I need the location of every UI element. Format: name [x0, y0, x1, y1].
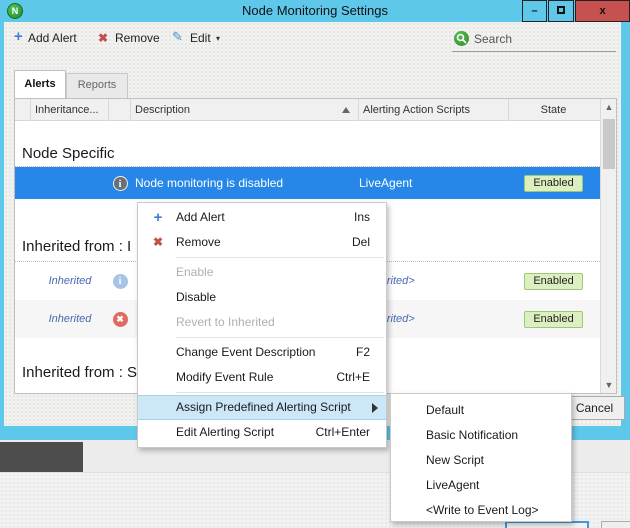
close-button[interactable]: x: [575, 0, 630, 22]
scroll-up-icon[interactable]: ▲: [601, 99, 617, 115]
submenu-item-new-script[interactable]: New Script: [391, 448, 571, 473]
desktop-dark-region: [0, 442, 83, 472]
column-selector[interactable]: [15, 99, 31, 121]
menu-item-disable[interactable]: Disable: [138, 285, 386, 310]
menu-item-edit-alerting-script[interactable]: Edit Alerting Script Ctrl+Enter: [138, 420, 386, 445]
cancel-button[interactable]: Cancel: [564, 396, 625, 420]
plus-icon: +: [148, 205, 168, 230]
submenu-arrow-icon: [372, 403, 378, 413]
edit-button[interactable]: Edit: [190, 31, 211, 45]
shortcut: F2: [356, 340, 370, 365]
group-header-node-specific: Node Specific: [15, 145, 600, 162]
vertical-scrollbar[interactable]: ▲ ▼: [600, 99, 616, 393]
column-description[interactable]: Description: [131, 99, 359, 121]
column-alerting-action-scripts[interactable]: Alerting Action Scripts: [359, 99, 509, 121]
row-description: Node monitoring is disabled: [135, 167, 357, 199]
menu-item-modify-event-rule[interactable]: Modify Event Rule Ctrl+E: [138, 365, 386, 390]
scroll-down-icon[interactable]: ▼: [601, 377, 617, 393]
table-header: Inheritance... Description Alerting Acti…: [15, 99, 600, 121]
row-state: Enabled: [509, 167, 598, 199]
remove-icon: ✖: [98, 31, 108, 45]
inheritance-label: Inherited: [31, 300, 109, 338]
table-row-node-monitoring-disabled[interactable]: i Node monitoring is disabled LiveAgent …: [15, 167, 600, 199]
column-inheritance[interactable]: Inheritance...: [31, 99, 109, 121]
screenshot-stage: N Node Monitoring Settings – x + Add Ale…: [0, 0, 630, 528]
search-icon: [454, 31, 469, 46]
toolbar: + Add Alert ✖ Remove ✎ Edit ▾ Search: [4, 22, 621, 62]
remove-button[interactable]: Remove: [115, 31, 160, 45]
add-alert-icon: +: [14, 28, 23, 45]
enabled-badge: Enabled: [524, 311, 582, 328]
alerting-script-submenu: Default Basic Notification New Script Li…: [390, 393, 572, 522]
column-description-label: Description: [135, 104, 190, 116]
info-icon: i: [109, 262, 131, 300]
edit-pencil-icon: ✎: [172, 29, 183, 45]
menu-item-change-event-description[interactable]: Change Event Description F2: [138, 340, 386, 365]
shortcut: Ctrl+Enter: [316, 420, 370, 445]
inheritance-label: Inherited: [31, 262, 109, 300]
column-state[interactable]: State: [509, 99, 598, 121]
edit-dropdown-caret-icon[interactable]: ▾: [216, 34, 220, 43]
column-icon[interactable]: [109, 99, 131, 121]
tab-reports[interactable]: Reports: [66, 73, 128, 98]
row-state: Enabled: [509, 300, 598, 338]
menu-item-revert-to-inherited: Revert to Inherited: [138, 310, 386, 335]
sort-ascending-icon: [342, 107, 350, 113]
scrollbar-thumb[interactable]: [603, 119, 615, 169]
submenu-item-write-to-event-log[interactable]: <Write to Event Log>: [391, 498, 571, 523]
search-input[interactable]: Search: [452, 28, 616, 52]
shortcut: Ctrl+E: [336, 365, 370, 390]
enabled-badge: Enabled: [524, 175, 582, 192]
titlebar[interactable]: N Node Monitoring Settings – x: [0, 0, 630, 22]
maximize-button[interactable]: [548, 0, 574, 22]
info-icon: i: [109, 167, 131, 199]
shortcut: Ins: [354, 205, 370, 230]
menu-item-remove[interactable]: ✖ Remove Del: [138, 230, 386, 255]
row-state: Enabled: [509, 262, 598, 300]
add-alert-button[interactable]: Add Alert: [28, 31, 77, 45]
menu-item-enable: Enable: [138, 260, 386, 285]
submenu-item-liveagent[interactable]: LiveAgent: [391, 473, 571, 498]
background-cancel-button[interactable]: Cancel: [601, 521, 630, 528]
tab-alerts[interactable]: Alerts: [14, 70, 66, 98]
submenu-item-basic-notification[interactable]: Basic Notification: [391, 423, 571, 448]
context-menu: + Add Alert Ins ✖ Remove Del Enable Disa…: [137, 202, 387, 448]
menu-item-add-alert[interactable]: + Add Alert Ins: [138, 205, 386, 230]
maximize-icon: [557, 6, 565, 14]
enabled-badge: Enabled: [524, 273, 582, 290]
shortcut: Del: [352, 230, 370, 255]
row-alerting-script: LiveAgent: [359, 167, 509, 199]
menu-item-assign-predefined-alerting-script[interactable]: Assign Predefined Alerting Script: [138, 395, 386, 420]
search-placeholder: Search: [474, 32, 512, 46]
submenu-item-default[interactable]: Default: [391, 398, 571, 423]
minimize-button[interactable]: –: [522, 0, 547, 22]
error-icon: ✖: [109, 300, 131, 338]
remove-x-icon: ✖: [148, 230, 168, 255]
